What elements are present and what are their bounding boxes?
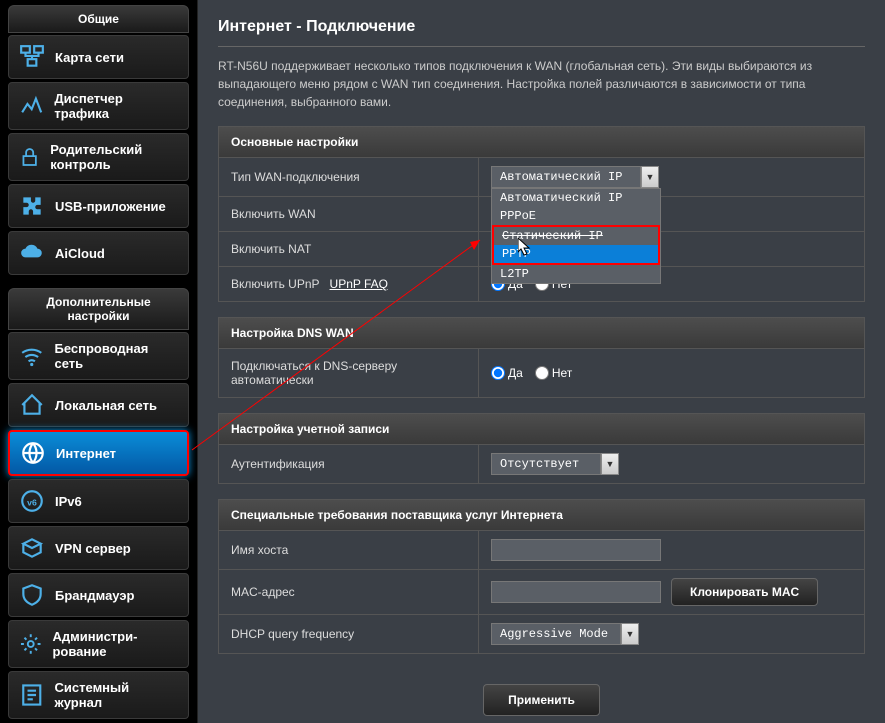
wan-type-value: Автоматический IP — [491, 166, 641, 188]
section-dns: Настройка DNS WAN Подключаться к DNS-сер… — [218, 317, 865, 398]
ipv6-icon: v6 — [19, 488, 45, 514]
gear-icon — [19, 631, 42, 657]
globe-icon — [20, 440, 46, 466]
section-header-isp: Специальные требования поставщика услуг … — [219, 500, 864, 531]
submit-row: Применить — [198, 669, 885, 723]
mac-input[interactable] — [491, 581, 661, 603]
sidebar-item-label: Беспроводная сеть — [54, 341, 178, 371]
sidebar-item-parental[interactable]: Родительский контроль — [8, 133, 189, 181]
sidebar-item-label: AiCloud — [55, 246, 105, 261]
dns-radio-group: Да Нет — [491, 366, 572, 380]
sidebar-item-internet[interactable]: Интернет — [8, 430, 189, 476]
sidebar-item-ipv6[interactable]: v6 IPv6 — [8, 479, 189, 523]
sidebar-general-header: Общие — [8, 5, 189, 33]
page-title: Интернет - Подключение — [198, 0, 885, 46]
enable-wan-label: Включить WAN — [219, 197, 479, 231]
enable-nat-label: Включить NAT — [219, 232, 479, 266]
dropdown-option[interactable]: L2TP — [492, 265, 660, 283]
sidebar-item-label: Интернет — [56, 446, 116, 461]
sidebar-item-label: Брандмауэр — [55, 588, 134, 603]
clone-mac-button[interactable]: Клонировать MAC — [671, 578, 818, 606]
wan-type-label: Тип WAN-подключения — [219, 158, 479, 196]
page-description: RT-N56U поддерживает несколько типов под… — [198, 57, 885, 126]
cloud-icon — [19, 240, 45, 266]
chevron-down-icon: ▼ — [601, 453, 619, 475]
section-header-account: Настройка учетной записи — [219, 414, 864, 445]
sidebar-item-label: Системный журнал — [55, 680, 178, 710]
traffic-icon — [19, 93, 44, 119]
sidebar-item-label: IPv6 — [55, 494, 82, 509]
chevron-down-icon: ▼ — [641, 166, 659, 188]
network-map-icon — [19, 44, 45, 70]
sidebar-item-syslog[interactable]: Системный журнал — [8, 671, 189, 719]
auth-value: Отсутствует — [491, 453, 601, 475]
section-header-basic: Основные настройки — [219, 127, 864, 158]
sidebar-item-label: Локальная сеть — [55, 398, 157, 413]
hostname-input[interactable] — [491, 539, 661, 561]
dhcp-value: Aggressive Mode — [491, 623, 621, 645]
auth-label: Аутентификация — [219, 445, 479, 483]
upnp-faq-link[interactable]: UPnP FAQ — [330, 277, 388, 291]
sidebar-item-wireless[interactable]: Беспроводная сеть — [8, 332, 189, 380]
sidebar-item-firewall[interactable]: Брандмауэр — [8, 573, 189, 617]
section-account: Настройка учетной записи Аутентификация … — [218, 413, 865, 484]
section-basic: Основные настройки Тип WAN-подключения А… — [218, 126, 865, 302]
sidebar-item-network-map[interactable]: Карта сети — [8, 35, 189, 79]
shield-icon — [19, 582, 45, 608]
dropdown-option[interactable]: Статический IP — [494, 227, 658, 245]
apply-button[interactable]: Применить — [483, 684, 600, 716]
dns-yes[interactable]: Да — [491, 366, 523, 380]
vpn-icon — [19, 535, 45, 561]
title-divider — [218, 46, 865, 47]
mac-label: MAC-адрес — [219, 570, 479, 614]
sidebar-advanced-header: Дополнительные настройки — [8, 288, 189, 330]
main-content: Интернет - Подключение RT-N56U поддержив… — [198, 0, 885, 723]
radio-no[interactable] — [535, 366, 549, 380]
sidebar-item-traffic[interactable]: Диспетчер трафика — [8, 82, 189, 130]
sidebar-item-label: Карта сети — [55, 50, 124, 65]
log-icon — [19, 682, 45, 708]
home-icon — [19, 392, 45, 418]
hostname-label: Имя хоста — [219, 531, 479, 569]
svg-text:v6: v6 — [27, 497, 37, 507]
dns-no[interactable]: Нет — [535, 366, 572, 380]
puzzle-icon — [19, 193, 45, 219]
dropdown-option[interactable]: PPPoE — [492, 207, 660, 225]
sidebar-item-label: Диспетчер трафика — [54, 91, 178, 121]
section-header-dns: Настройка DNS WAN — [219, 318, 864, 349]
dropdown-option-selected[interactable]: PPTP — [494, 245, 658, 263]
dhcp-label: DHCP query frequency — [219, 615, 479, 653]
wan-type-dropdown: Автоматический IP PPPoE Статический IP P… — [491, 188, 661, 284]
sidebar-item-lan[interactable]: Локальная сеть — [8, 383, 189, 427]
wan-type-select[interactable]: Автоматический IP ▼ Автоматический IP PP… — [491, 166, 659, 188]
sidebar-item-label: Администри-рование — [52, 629, 178, 659]
sidebar-item-label: USB-приложение — [55, 199, 166, 214]
dropdown-option[interactable]: Автоматический IP — [492, 189, 660, 207]
sidebar-item-label: VPN сервер — [55, 541, 131, 556]
sidebar: Общие Карта сети Диспетчер трафика Родит… — [0, 0, 198, 723]
sidebar-item-label: Родительский контроль — [50, 142, 178, 172]
sidebar-item-vpn[interactable]: VPN сервер — [8, 526, 189, 570]
radio-yes[interactable] — [491, 366, 505, 380]
enable-upnp-label: Включить UPnP UPnP FAQ — [219, 267, 479, 301]
section-isp: Специальные требования поставщика услуг … — [218, 499, 865, 654]
wifi-icon — [19, 343, 44, 369]
sidebar-item-aicloud[interactable]: AiCloud — [8, 231, 189, 275]
auth-select[interactable]: Отсутствует ▼ — [491, 453, 619, 475]
sidebar-item-admin[interactable]: Администри-рование — [8, 620, 189, 668]
lock-icon — [19, 144, 40, 170]
sidebar-item-usb[interactable]: USB-приложение — [8, 184, 189, 228]
dhcp-select[interactable]: Aggressive Mode ▼ — [491, 623, 639, 645]
chevron-down-icon: ▼ — [621, 623, 639, 645]
auto-dns-label: Подключаться к DNS-серверу автоматически — [219, 349, 479, 397]
